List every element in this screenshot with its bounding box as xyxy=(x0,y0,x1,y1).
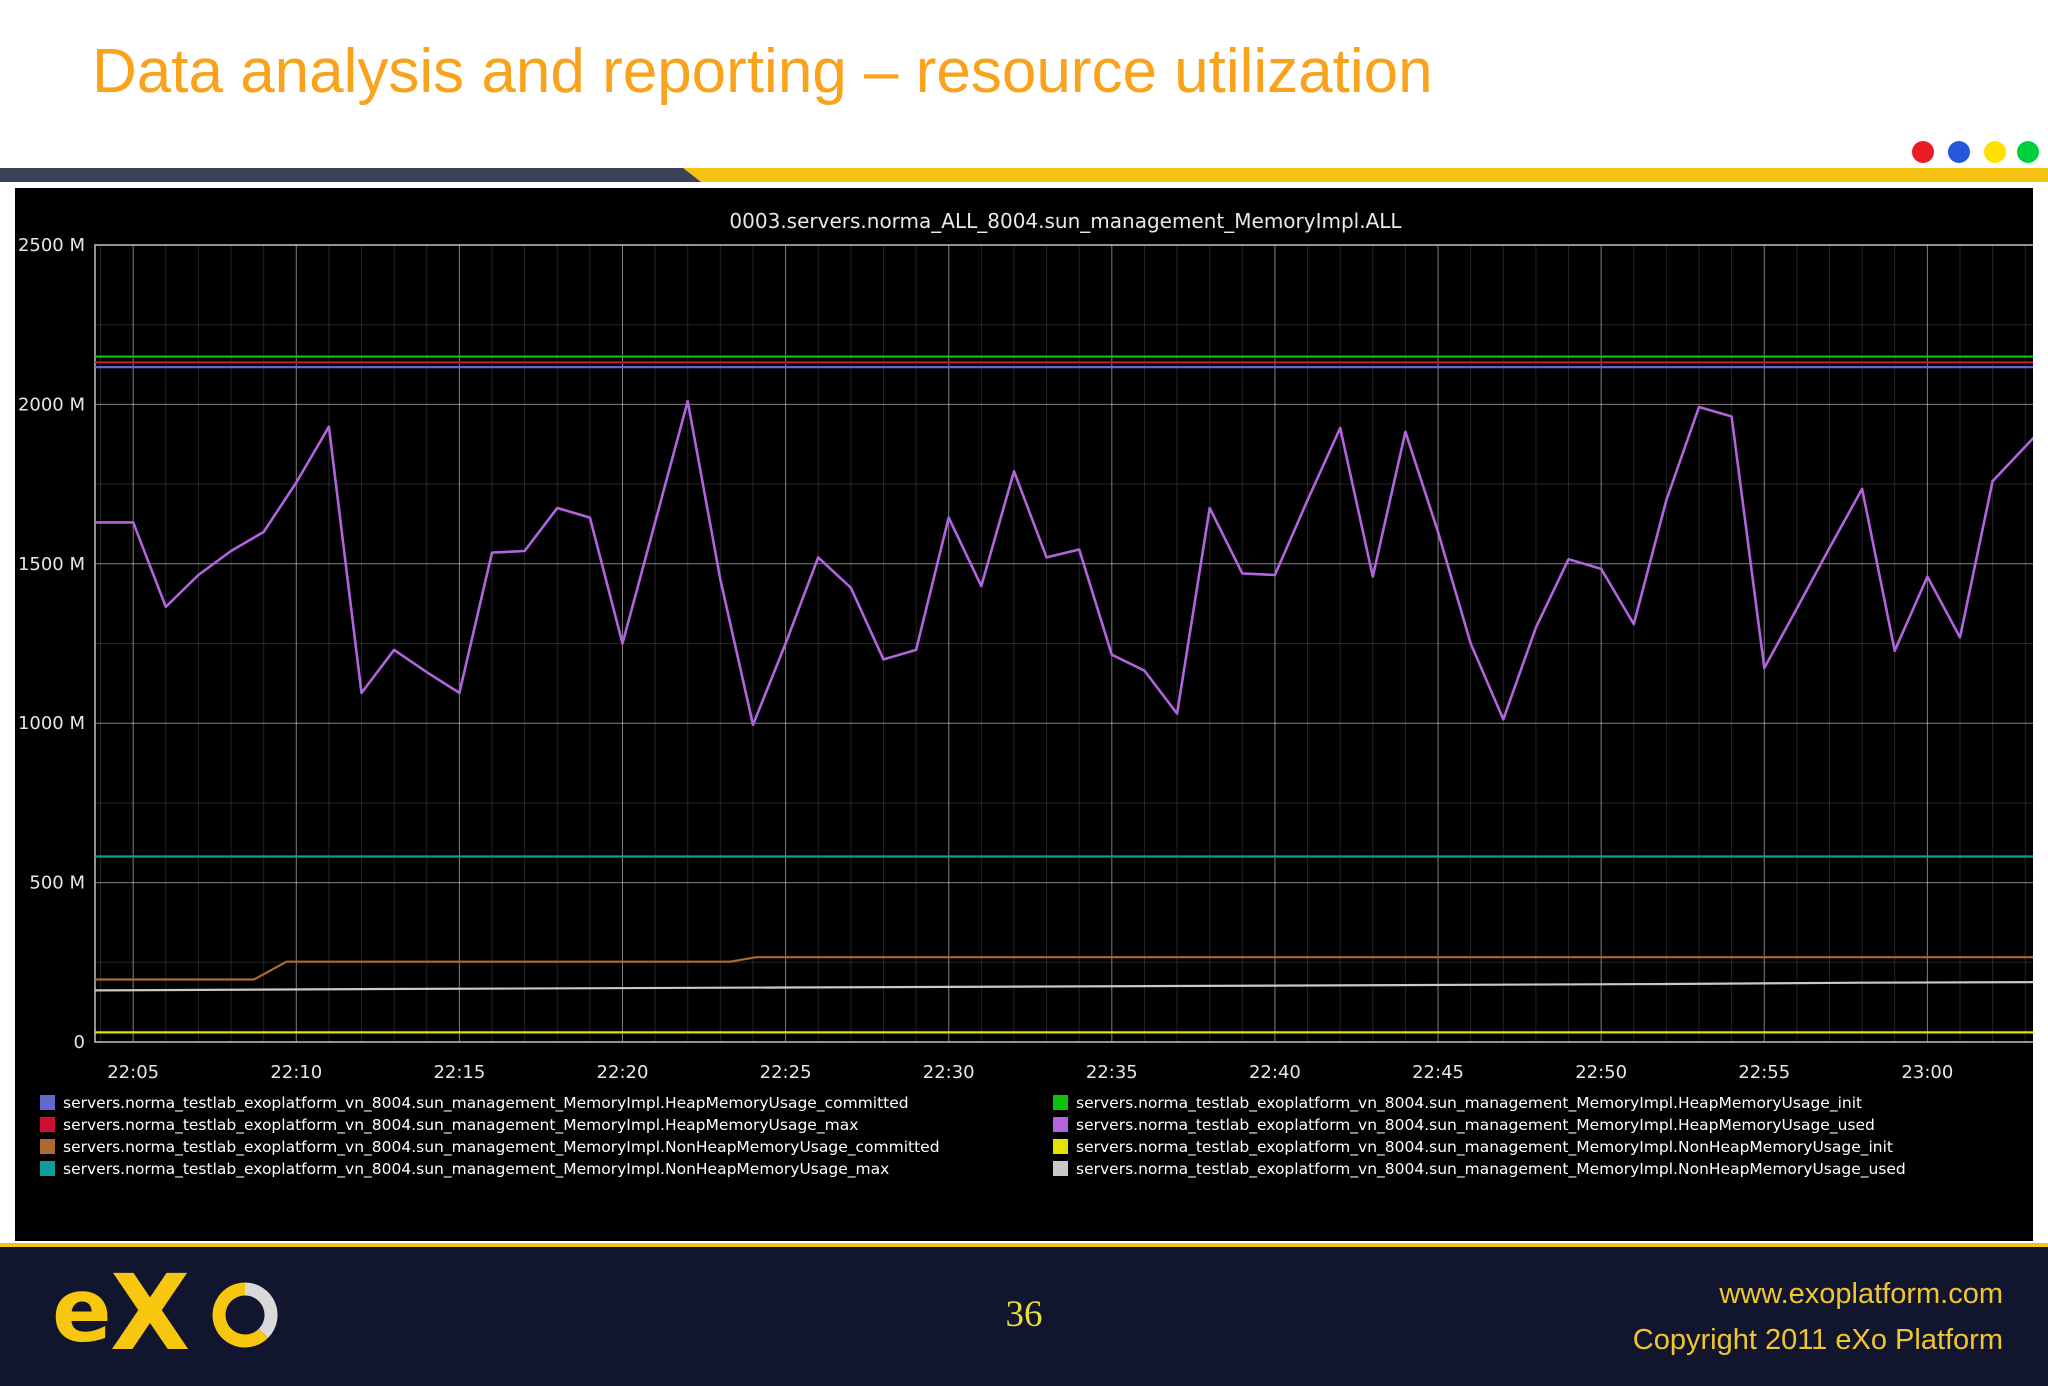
y-tick-label: 2000 M xyxy=(18,394,85,415)
slide-title: Data analysis and reporting – resource u… xyxy=(92,37,1433,106)
legend-swatch xyxy=(1053,1117,1068,1132)
legend-item-NonHeapMemoryUsage_max: servers.norma_testlab_exoplatform_vn_800… xyxy=(40,1159,890,1178)
legend-label: servers.norma_testlab_exoplatform_vn_800… xyxy=(1076,1137,1894,1156)
x-tick-label: 22:40 xyxy=(1249,1062,1301,1083)
y-tick-label: 500 M xyxy=(29,873,85,894)
x-tick-label: 22:10 xyxy=(270,1062,322,1083)
x-tick-label: 22:15 xyxy=(433,1062,485,1083)
header-divider-bar xyxy=(0,168,2048,182)
header-dot-1 xyxy=(1948,141,1970,163)
legend-item-HeapMemoryUsage_init: servers.norma_testlab_exoplatform_vn_800… xyxy=(1053,1093,1863,1112)
x-tick-label: 22:35 xyxy=(1086,1062,1138,1083)
header-dot-3 xyxy=(2017,141,2039,163)
legend-item-NonHeapMemoryUsage_init: servers.norma_testlab_exoplatform_vn_800… xyxy=(1053,1137,1894,1156)
legend-swatch xyxy=(40,1117,55,1132)
legend-label: servers.norma_testlab_exoplatform_vn_800… xyxy=(1076,1115,1875,1134)
legend-swatch xyxy=(40,1095,55,1110)
footer-url: www.exoplatform.com xyxy=(1719,1278,2003,1310)
legend-item-NonHeapMemoryUsage_committed: servers.norma_testlab_exoplatform_vn_800… xyxy=(40,1137,940,1156)
x-tick-label: 22:30 xyxy=(923,1062,975,1083)
slide: Data analysis and reporting – resource u… xyxy=(0,0,2048,1386)
chart-title: 0003.servers.norma_ALL_8004.sun_manageme… xyxy=(729,209,1402,233)
legend-item-NonHeapMemoryUsage_used: servers.norma_testlab_exoplatform_vn_800… xyxy=(1053,1159,1906,1178)
series-line-NonHeapMemoryUsage_committed xyxy=(95,956,2033,981)
x-tick-label: 22:45 xyxy=(1412,1062,1464,1083)
x-tick-label: 23:00 xyxy=(1901,1062,1953,1083)
legend-swatch xyxy=(1053,1095,1068,1110)
footer-copyright: Copyright 2011 eXo Platform xyxy=(1632,1324,2003,1357)
footer: e X 36 www.exoplatform.com Copyright 201… xyxy=(0,1243,2048,1386)
x-tick-label: 22:05 xyxy=(107,1062,159,1083)
header-dot-2 xyxy=(1984,141,2006,163)
y-tick-label: 1000 M xyxy=(18,713,85,734)
x-tick-label: 22:20 xyxy=(597,1062,649,1083)
legend-item-HeapMemoryUsage_used: servers.norma_testlab_exoplatform_vn_800… xyxy=(1053,1115,1875,1134)
series-line-HeapMemoryUsage_used xyxy=(95,399,2033,727)
legend-label: servers.norma_testlab_exoplatform_vn_800… xyxy=(63,1137,940,1156)
footer-accent-line xyxy=(0,1243,2048,1247)
legend-item-HeapMemoryUsage_committed: servers.norma_testlab_exoplatform_vn_800… xyxy=(40,1093,909,1112)
y-tick-label: 0 xyxy=(74,1032,85,1053)
legend-label: servers.norma_testlab_exoplatform_vn_800… xyxy=(63,1093,909,1112)
legend-swatch xyxy=(40,1139,55,1154)
legend-label: servers.norma_testlab_exoplatform_vn_800… xyxy=(1076,1093,1863,1112)
legend-label: servers.norma_testlab_exoplatform_vn_800… xyxy=(1076,1159,1906,1178)
legend-label: servers.norma_testlab_exoplatform_vn_800… xyxy=(63,1159,890,1178)
footer-text-block: www.exoplatform.com Copyright 2011 eXo P… xyxy=(1633,1271,2003,1364)
y-tick-label: 1500 M xyxy=(18,554,85,575)
memory-usage-chart: 0003.servers.norma_ALL_8004.sun_manageme… xyxy=(18,209,2033,1083)
legend-swatch xyxy=(1053,1139,1068,1154)
legend-item-HeapMemoryUsage_max: servers.norma_testlab_exoplatform_vn_800… xyxy=(40,1115,859,1134)
legend-swatch xyxy=(40,1161,55,1176)
x-tick-label: 22:25 xyxy=(760,1062,812,1083)
series-line-NonHeapMemoryUsage_used xyxy=(94,981,2033,992)
memory-usage-chart-panel: 0003.servers.norma_ALL_8004.sun_manageme… xyxy=(15,188,2033,1241)
header-dot-0 xyxy=(1912,141,1934,163)
x-tick-label: 22:50 xyxy=(1575,1062,1627,1083)
x-tick-label: 22:55 xyxy=(1738,1062,1790,1083)
legend-swatch xyxy=(1053,1161,1068,1176)
y-tick-label: 2500 M xyxy=(18,235,85,256)
legend-label: servers.norma_testlab_exoplatform_vn_800… xyxy=(63,1115,859,1134)
